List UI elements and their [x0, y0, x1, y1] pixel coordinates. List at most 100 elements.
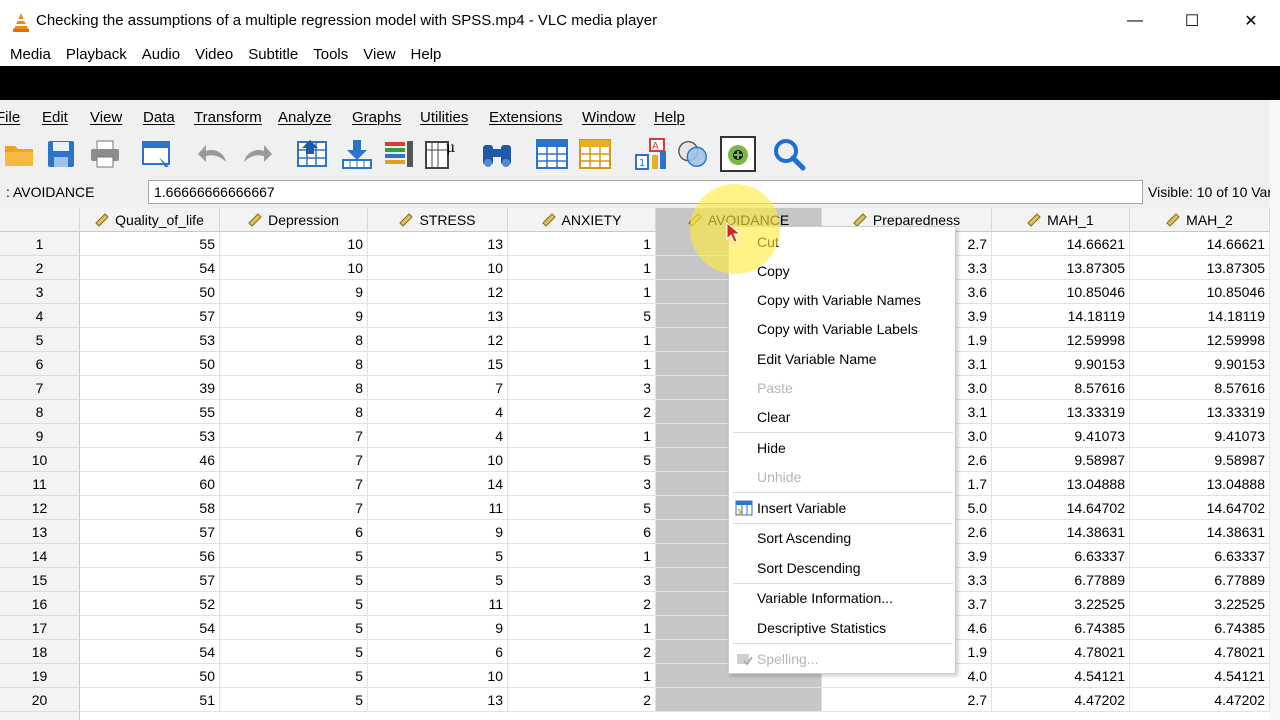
row-number[interactable]: 16 — [0, 592, 80, 616]
menu-item-sort-descending[interactable]: Sort Descending — [757, 560, 861, 576]
table-cell[interactable]: 5 — [220, 592, 368, 616]
table-cell[interactable]: 57 — [80, 568, 220, 592]
row-number[interactable]: 9 — [0, 424, 80, 448]
vlc-menu-subtitle[interactable]: Subtitle — [248, 46, 298, 63]
table-cell[interactable]: 53 — [80, 328, 220, 352]
table-cell[interactable]: 6.63337 — [1130, 544, 1270, 568]
table-cell[interactable]: 7 — [220, 448, 368, 472]
table-cell[interactable]: 13 — [368, 232, 508, 256]
table-cell[interactable]: 8.57616 — [992, 376, 1130, 400]
row-number[interactable]: 1 — [0, 232, 80, 256]
table-cell[interactable]: 8 — [220, 400, 368, 424]
table-cell[interactable]: 1 — [508, 232, 656, 256]
table-cell[interactable]: 9.90153 — [992, 352, 1130, 376]
menu-item-edit-variable-name[interactable]: Edit Variable Name — [757, 351, 877, 367]
table-cell[interactable]: 1 — [508, 664, 656, 688]
table-cell[interactable]: 50 — [80, 280, 220, 304]
row-number[interactable]: 13 — [0, 520, 80, 544]
table-cell[interactable]: 13 — [368, 688, 508, 712]
table-cell[interactable]: 2 — [508, 640, 656, 664]
table-cell[interactable]: 5 — [368, 568, 508, 592]
column-header-mah-2[interactable]: MAH_2 — [1130, 208, 1270, 232]
table-cell[interactable]: 57 — [80, 304, 220, 328]
table-cell[interactable]: 6.77889 — [992, 568, 1130, 592]
table-cell[interactable]: 4.78021 — [992, 640, 1130, 664]
column-header-anxiety[interactable]: ANXIETY — [508, 208, 656, 232]
table-cell[interactable]: 6 — [368, 640, 508, 664]
table-cell[interactable]: 1 — [508, 424, 656, 448]
cell-value-input[interactable]: 1.66666666666667 — [148, 180, 1143, 204]
table-cell[interactable]: 14 — [368, 472, 508, 496]
row-number[interactable] — [0, 712, 80, 720]
table-cell[interactable]: 13.33319 — [1130, 400, 1270, 424]
table-cell[interactable]: 53 — [80, 424, 220, 448]
close-button[interactable]: ✕ — [1231, 8, 1271, 34]
use-variable-sets-icon[interactable] — [676, 136, 710, 172]
table-cell[interactable]: 10.85046 — [992, 280, 1130, 304]
table-cell[interactable]: 4 — [368, 424, 508, 448]
table-cell[interactable]: 4.47202 — [1130, 688, 1270, 712]
find-binoculars-icon[interactable] — [480, 136, 514, 172]
menu-item-sort-ascending[interactable]: Sort Ascending — [757, 530, 851, 546]
table-cell[interactable]: 54 — [80, 616, 220, 640]
table-cell[interactable]: 39 — [80, 376, 220, 400]
table-cell[interactable]: 9.41073 — [992, 424, 1130, 448]
vlc-menu-media[interactable]: Media — [10, 46, 51, 63]
table-cell[interactable]: 13.87305 — [992, 256, 1130, 280]
table-cell[interactable]: 4.47202 — [992, 688, 1130, 712]
menu-item-descriptive-statistics[interactable]: Descriptive Statistics — [757, 620, 886, 636]
menu-item-insert-variable[interactable]: Insert Variable — [757, 500, 846, 516]
variables-icon[interactable] — [382, 136, 416, 172]
table-cell[interactable]: 5 — [508, 304, 656, 328]
table-cell[interactable]: 14.38631 — [992, 520, 1130, 544]
spss-menu-edit[interactable]: Edit — [42, 109, 68, 126]
value-labels-icon[interactable]: A1 — [634, 136, 668, 172]
table-cell[interactable]: 50 — [80, 664, 220, 688]
table-cell[interactable]: 10 — [368, 256, 508, 280]
table-cell[interactable]: 6.77889 — [1130, 568, 1270, 592]
table-cell[interactable]: 12.59998 — [1130, 328, 1270, 352]
table-cell[interactable]: 7 — [220, 472, 368, 496]
table-cell[interactable]: 13.04888 — [992, 472, 1130, 496]
table-cell[interactable]: 9.58987 — [992, 448, 1130, 472]
row-number[interactable]: 2 — [0, 256, 80, 280]
table-cell[interactable]: 7 — [220, 424, 368, 448]
table-cell[interactable]: 12.59998 — [992, 328, 1130, 352]
vlc-menu-video[interactable]: Video — [195, 46, 233, 63]
row-number[interactable]: 11 — [0, 472, 80, 496]
menu-item-clear[interactable]: Clear — [757, 409, 790, 425]
row-number[interactable]: 12 — [0, 496, 80, 520]
table-cell[interactable]: 3.22525 — [992, 592, 1130, 616]
table-cell[interactable]: 55 — [80, 232, 220, 256]
search-icon[interactable] — [772, 136, 806, 172]
table-cell[interactable]: 14.38631 — [1130, 520, 1270, 544]
spss-menu-graphs[interactable]: Graphs — [352, 109, 401, 126]
recall-dialog-icon[interactable] — [140, 136, 174, 172]
table-cell[interactable]: 7 — [220, 496, 368, 520]
table-cell[interactable]: 10 — [220, 232, 368, 256]
table-cell[interactable]: 4.78021 — [1130, 640, 1270, 664]
row-number[interactable]: 7 — [0, 376, 80, 400]
table-cell[interactable]: 5 — [220, 544, 368, 568]
table-cell[interactable]: 9 — [220, 304, 368, 328]
table-cell[interactable]: 46 — [80, 448, 220, 472]
menu-item-copy[interactable]: Copy — [757, 263, 790, 279]
table-cell[interactable]: 14.66621 — [992, 232, 1130, 256]
table-cell[interactable]: 14.18119 — [992, 304, 1130, 328]
table-cell[interactable]: 5 — [220, 640, 368, 664]
vlc-menu-audio[interactable]: Audio — [142, 46, 180, 63]
table-cell[interactable]: 55 — [80, 400, 220, 424]
table-cell[interactable]: 12 — [368, 280, 508, 304]
spss-menu-transform[interactable]: Transform — [194, 109, 262, 126]
table-cell[interactable]: 8.57616 — [1130, 376, 1270, 400]
table-cell[interactable]: 2.7 — [822, 688, 992, 712]
table-cell[interactable]: 14.64702 — [1130, 496, 1270, 520]
table-cell[interactable]: 2 — [508, 592, 656, 616]
row-number[interactable]: 17 — [0, 616, 80, 640]
table-cell[interactable]: 11 — [368, 592, 508, 616]
table-cell[interactable]: 60 — [80, 472, 220, 496]
row-number[interactable]: 19 — [0, 664, 80, 688]
table-cell[interactable]: 12 — [368, 328, 508, 352]
table-cell[interactable]: 8 — [220, 328, 368, 352]
table-cell[interactable]: 13 — [368, 304, 508, 328]
